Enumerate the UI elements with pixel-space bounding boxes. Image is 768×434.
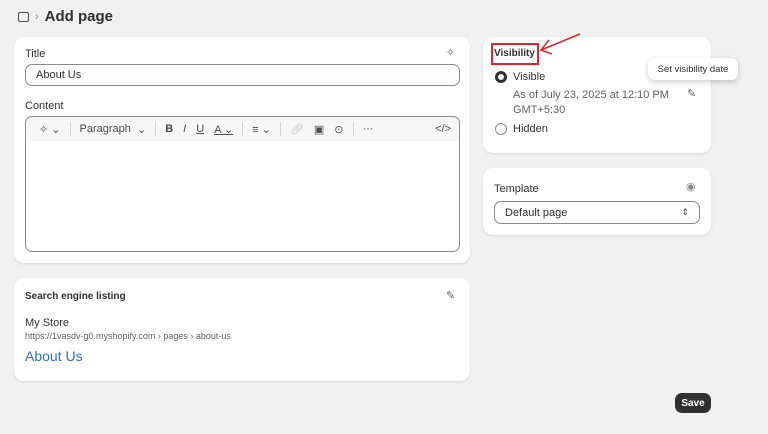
divider <box>69 122 71 136</box>
italic-icon[interactable]: I <box>183 123 186 135</box>
hidden-label[interactable]: Hidden <box>513 123 548 135</box>
align-icon[interactable]: ≡ ⌄ <box>252 123 271 136</box>
edit-date-pencil-icon[interactable]: ✎ <box>687 87 696 100</box>
tooltip: Set visibility date <box>648 58 738 80</box>
ai-sparkle-icon[interactable]: ✧ <box>446 46 455 59</box>
ai-sparkle-icon[interactable]: ✧ ⌄ <box>39 123 61 136</box>
template-card: Template ◉ Default page ⇕ <box>483 168 711 235</box>
annotation-box <box>491 43 539 65</box>
visibility-card: Visibility Visible As of July 23, 2025 a… <box>483 37 711 153</box>
template-select[interactable]: Default page ⇕ <box>494 201 700 224</box>
editor-toolbar: ✧ ⌄ Paragraph ⌄ B I U A ⌄ ≡ ⌄ 🔗︎ ▣ ⊙ ···… <box>26 117 459 141</box>
visibility-timezone: GMT+5:30 <box>513 104 566 116</box>
search-engine-listing-card: Search engine listing ✎ My Store https:/… <box>14 278 470 381</box>
format-select-value: Paragraph <box>79 123 131 135</box>
pages-icon[interactable] <box>18 11 29 22</box>
visibility-date: As of July 23, 2025 at 12:10 PM <box>513 89 669 101</box>
select-arrows-icon: ⇕ <box>681 207 689 217</box>
content-editor[interactable]: ✧ ⌄ Paragraph ⌄ B I U A ⌄ ≡ ⌄ 🔗︎ ▣ ⊙ ···… <box>25 116 460 252</box>
divider <box>242 122 244 136</box>
seo-url: https://1vasdv-g0.myshopify.com › pages … <box>25 331 231 341</box>
save-button[interactable]: Save <box>675 393 711 413</box>
breadcrumb: › Add page <box>18 8 113 25</box>
breadcrumb-chevron-icon: › <box>35 10 39 23</box>
more-icon[interactable]: ··· <box>363 123 374 135</box>
divider <box>155 122 157 136</box>
image-icon[interactable]: ▣ <box>314 123 324 136</box>
seo-heading: Search engine listing <box>25 291 126 302</box>
page-title: Add page <box>44 8 114 25</box>
bold-icon[interactable]: B <box>165 123 173 135</box>
divider <box>352 122 354 136</box>
hidden-radio[interactable] <box>495 123 507 135</box>
text-color-icon[interactable]: A ⌄ <box>214 123 233 136</box>
seo-store-name: My Store <box>25 317 70 329</box>
content-label: Content <box>25 100 64 112</box>
title-input[interactable]: About Us <box>25 64 460 86</box>
edit-pencil-icon[interactable]: ✎ <box>446 289 455 302</box>
code-icon[interactable]: </> <box>435 123 451 135</box>
underline-icon[interactable]: U <box>196 123 204 135</box>
page-details-card: Title ✧ About Us Content ✧ ⌄ Paragraph ⌄… <box>14 37 470 263</box>
visible-radio[interactable] <box>495 71 507 83</box>
template-label: Template <box>494 183 539 195</box>
format-select[interactable]: Paragraph ⌄ <box>80 123 147 136</box>
seo-page-title: About Us <box>25 348 83 364</box>
eye-icon[interactable]: ◉ <box>686 180 696 193</box>
visible-label[interactable]: Visible <box>513 71 545 83</box>
divider <box>279 122 281 136</box>
title-label: Title <box>25 48 46 60</box>
link-icon[interactable]: 🔗︎ <box>290 123 304 136</box>
template-select-value: Default page <box>505 206 568 219</box>
video-icon[interactable]: ⊙ <box>334 123 343 136</box>
annotation-arrow <box>539 33 581 55</box>
